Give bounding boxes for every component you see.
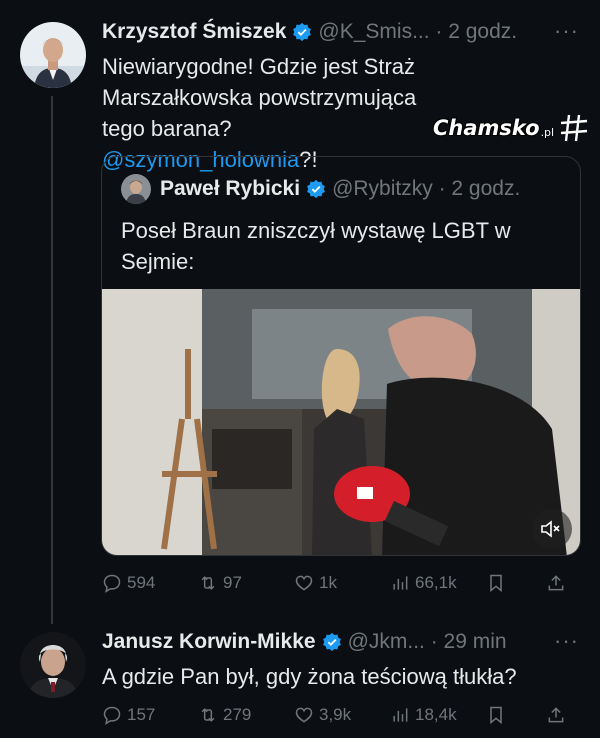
reply-icon [103, 574, 121, 593]
views-icon [393, 708, 408, 722]
avatar-krzysztof[interactable] [20, 22, 86, 88]
watermark-text: Chamsko [433, 116, 540, 140]
like-count: 1k [319, 573, 337, 592]
like-button[interactable]: 1k [294, 573, 390, 593]
quote-handle-time[interactable]: @Rybitzky · 2 godz. [332, 177, 520, 201]
views-icon [393, 576, 408, 590]
tweet1-author-name[interactable]: Krzysztof Śmiszek [102, 20, 286, 44]
reply-count: 594 [127, 573, 156, 592]
bookmark-button[interactable] [486, 573, 546, 593]
watermark-hash-icon [561, 114, 588, 142]
quote-header: Paweł Rybicki @Rybitzky · 2 godz. [160, 177, 520, 201]
avatar-janusz[interactable] [20, 632, 86, 698]
share-button[interactable] [546, 705, 566, 725]
verified-badge-icon [292, 22, 312, 42]
tweet2-author-name[interactable]: Janusz Korwin-Mikke [102, 630, 316, 654]
video-frame [102, 289, 580, 555]
watermark-suffix: .pl [540, 125, 555, 139]
retweet-count: 97 [223, 573, 242, 592]
like-icon [295, 575, 313, 591]
tweet2-text: A gdzie Pan był, gdy żona teściową tłukł… [102, 664, 517, 689]
like-count: 3,9k [319, 705, 352, 724]
bookmark-icon [490, 574, 502, 593]
more-icon[interactable]: ··· [554, 18, 579, 44]
share-button[interactable] [546, 573, 566, 593]
reply-button[interactable]: 157 [102, 705, 198, 725]
tweet1-header: Krzysztof Śmiszek @K_Smis... · 2 godz. [102, 20, 517, 44]
quote-author-name[interactable]: Paweł Rybicki [160, 177, 300, 201]
like-icon [295, 707, 313, 723]
verified-badge-icon [306, 179, 326, 199]
bookmark-button[interactable] [486, 705, 546, 725]
tweet2-actions: 157 279 3,9k 18,4k [102, 705, 582, 725]
quote-text: Poseł Braun zniszczył wystawę LGBT w Sej… [121, 218, 511, 274]
tweet1-actions: 594 97 1k 66,1k [102, 573, 582, 593]
retweet-button[interactable]: 97 [198, 573, 294, 593]
views-button[interactable]: 18,4k [390, 705, 486, 725]
share-icon [548, 575, 564, 591]
retweet-button[interactable]: 279 [198, 705, 294, 725]
reply-button[interactable]: 594 [102, 573, 198, 593]
reply-icon [103, 706, 121, 725]
reply-count: 157 [127, 705, 156, 724]
quote-video[interactable] [102, 289, 580, 555]
verified-badge-icon [322, 632, 342, 652]
watermark-chamsko: Chamsko .pl [433, 112, 590, 144]
like-button[interactable]: 3,9k [294, 705, 390, 725]
views-button[interactable]: 66,1k [390, 573, 486, 593]
avatar-pawel[interactable] [121, 174, 151, 204]
share-icon [548, 707, 564, 723]
views-count: 66,1k [415, 573, 457, 592]
tweet1-handle-time[interactable]: @K_Smis... · 2 godz. [318, 20, 517, 44]
views-count: 18,4k [415, 705, 457, 724]
mute-icon[interactable] [536, 515, 564, 543]
retweet-icon [201, 708, 215, 722]
more-icon[interactable]: ··· [554, 628, 579, 654]
retweet-icon [201, 576, 215, 590]
tweet2-handle-time[interactable]: @Jkm... · 29 min [348, 630, 507, 654]
quoted-tweet-card[interactable]: Paweł Rybicki @Rybitzky · 2 godz. Poseł … [101, 156, 581, 556]
tweet2-header: Janusz Korwin-Mikke @Jkm... · 29 min [102, 630, 507, 654]
tweet1-text-main: Niewiarygodne! Gdzie jest Straż Marszałk… [102, 54, 417, 141]
thread-line [51, 96, 53, 624]
retweet-count: 279 [223, 705, 252, 724]
bookmark-icon [490, 706, 502, 725]
